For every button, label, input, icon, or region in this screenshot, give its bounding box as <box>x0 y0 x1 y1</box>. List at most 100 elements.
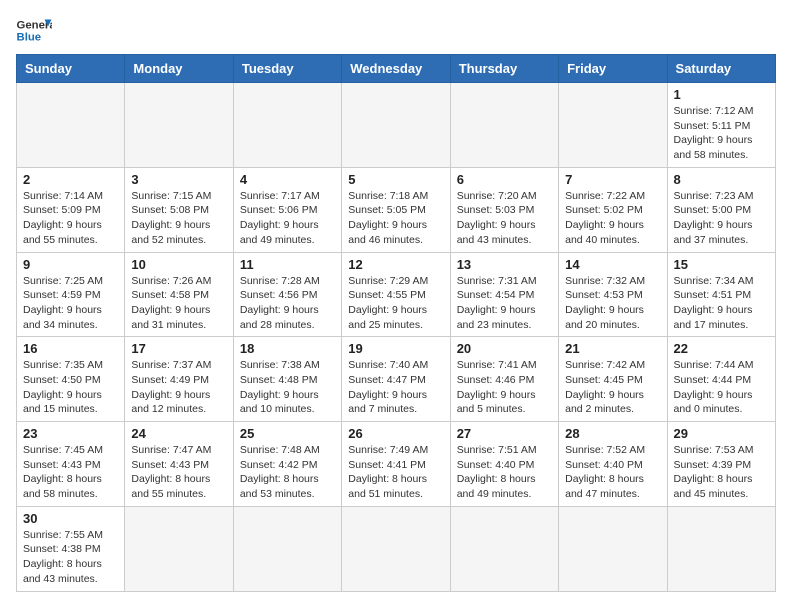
calendar-day-cell: 11 Sunrise: 7:28 AM Sunset: 4:56 PM Dayli… <box>233 252 341 337</box>
day-info: Sunrise: 7:41 AM Sunset: 4:46 PM Dayligh… <box>457 358 552 417</box>
day-info: Sunrise: 7:29 AM Sunset: 4:55 PM Dayligh… <box>348 274 443 333</box>
day-info: Sunrise: 7:44 AM Sunset: 4:44 PM Dayligh… <box>674 358 769 417</box>
day-info: Sunrise: 7:23 AM Sunset: 5:00 PM Dayligh… <box>674 189 769 248</box>
calendar-day-header: Friday <box>559 55 667 83</box>
day-number: 14 <box>565 257 660 272</box>
day-info: Sunrise: 7:28 AM Sunset: 4:56 PM Dayligh… <box>240 274 335 333</box>
calendar-day-cell <box>125 83 233 168</box>
day-info: Sunrise: 7:42 AM Sunset: 4:45 PM Dayligh… <box>565 358 660 417</box>
calendar-day-cell: 12 Sunrise: 7:29 AM Sunset: 4:55 PM Dayli… <box>342 252 450 337</box>
day-info: Sunrise: 7:49 AM Sunset: 4:41 PM Dayligh… <box>348 443 443 502</box>
day-number: 1 <box>674 87 769 102</box>
calendar-day-header: Sunday <box>17 55 125 83</box>
calendar-day-cell <box>667 506 775 591</box>
day-info: Sunrise: 7:31 AM Sunset: 4:54 PM Dayligh… <box>457 274 552 333</box>
day-info: Sunrise: 7:53 AM Sunset: 4:39 PM Dayligh… <box>674 443 769 502</box>
day-number: 24 <box>131 426 226 441</box>
day-info: Sunrise: 7:38 AM Sunset: 4:48 PM Dayligh… <box>240 358 335 417</box>
calendar-day-cell: 29 Sunrise: 7:53 AM Sunset: 4:39 PM Dayli… <box>667 422 775 507</box>
day-info: Sunrise: 7:15 AM Sunset: 5:08 PM Dayligh… <box>131 189 226 248</box>
calendar-day-header: Monday <box>125 55 233 83</box>
day-number: 30 <box>23 511 118 526</box>
day-info: Sunrise: 7:47 AM Sunset: 4:43 PM Dayligh… <box>131 443 226 502</box>
calendar-day-cell <box>342 506 450 591</box>
svg-text:Blue: Blue <box>17 32 42 44</box>
day-number: 17 <box>131 341 226 356</box>
day-number: 7 <box>565 172 660 187</box>
day-info: Sunrise: 7:37 AM Sunset: 4:49 PM Dayligh… <box>131 358 226 417</box>
day-number: 5 <box>348 172 443 187</box>
calendar-day-cell: 14 Sunrise: 7:32 AM Sunset: 4:53 PM Dayli… <box>559 252 667 337</box>
calendar-day-cell: 27 Sunrise: 7:51 AM Sunset: 4:40 PM Dayli… <box>450 422 558 507</box>
day-number: 10 <box>131 257 226 272</box>
day-info: Sunrise: 7:55 AM Sunset: 4:38 PM Dayligh… <box>23 528 118 587</box>
calendar-day-header: Tuesday <box>233 55 341 83</box>
calendar-day-cell <box>342 83 450 168</box>
calendar-day-cell: 26 Sunrise: 7:49 AM Sunset: 4:41 PM Dayli… <box>342 422 450 507</box>
day-number: 20 <box>457 341 552 356</box>
calendar-day-cell: 4 Sunrise: 7:17 AM Sunset: 5:06 PM Daylig… <box>233 167 341 252</box>
day-number: 28 <box>565 426 660 441</box>
calendar-day-cell: 3Sunrise: 7:15 AM Sunset: 5:08 PM Daylig… <box>125 167 233 252</box>
day-number: 12 <box>348 257 443 272</box>
calendar-day-cell <box>559 506 667 591</box>
day-info: Sunrise: 7:32 AM Sunset: 4:53 PM Dayligh… <box>565 274 660 333</box>
generalblue-logo-icon: General Blue <box>16 16 52 44</box>
calendar-day-cell: 30 Sunrise: 7:55 AM Sunset: 4:38 PM Dayli… <box>17 506 125 591</box>
day-info: Sunrise: 7:40 AM Sunset: 4:47 PM Dayligh… <box>348 358 443 417</box>
day-number: 27 <box>457 426 552 441</box>
day-info: Sunrise: 7:51 AM Sunset: 4:40 PM Dayligh… <box>457 443 552 502</box>
calendar-day-cell: 20 Sunrise: 7:41 AM Sunset: 4:46 PM Dayli… <box>450 337 558 422</box>
day-number: 6 <box>457 172 552 187</box>
calendar-day-cell: 22Sunrise: 7:44 AM Sunset: 4:44 PM Dayli… <box>667 337 775 422</box>
day-info: Sunrise: 7:17 AM Sunset: 5:06 PM Dayligh… <box>240 189 335 248</box>
page-header: General Blue <box>16 16 776 44</box>
day-info: Sunrise: 7:52 AM Sunset: 4:40 PM Dayligh… <box>565 443 660 502</box>
day-number: 29 <box>674 426 769 441</box>
day-info: Sunrise: 7:48 AM Sunset: 4:42 PM Dayligh… <box>240 443 335 502</box>
day-number: 8 <box>674 172 769 187</box>
day-info: Sunrise: 7:26 AM Sunset: 4:58 PM Dayligh… <box>131 274 226 333</box>
calendar-day-header: Wednesday <box>342 55 450 83</box>
day-number: 18 <box>240 341 335 356</box>
day-number: 11 <box>240 257 335 272</box>
calendar-day-cell: 28 Sunrise: 7:52 AM Sunset: 4:40 PM Dayli… <box>559 422 667 507</box>
calendar-day-cell <box>559 83 667 168</box>
calendar-day-cell <box>233 506 341 591</box>
calendar-day-cell: 18 Sunrise: 7:38 AM Sunset: 4:48 PM Dayli… <box>233 337 341 422</box>
calendar-day-cell <box>17 83 125 168</box>
calendar-day-cell: 13Sunrise: 7:31 AM Sunset: 4:54 PM Dayli… <box>450 252 558 337</box>
day-info: Sunrise: 7:45 AM Sunset: 4:43 PM Dayligh… <box>23 443 118 502</box>
day-info: Sunrise: 7:22 AM Sunset: 5:02 PM Dayligh… <box>565 189 660 248</box>
calendar-day-cell <box>450 506 558 591</box>
day-info: Sunrise: 7:18 AM Sunset: 5:05 PM Dayligh… <box>348 189 443 248</box>
day-number: 4 <box>240 172 335 187</box>
day-number: 21 <box>565 341 660 356</box>
calendar-day-cell: 24 Sunrise: 7:47 AM Sunset: 4:43 PM Dayli… <box>125 422 233 507</box>
calendar-day-cell: 5 Sunrise: 7:18 AM Sunset: 5:05 PM Daylig… <box>342 167 450 252</box>
calendar-day-cell: 19Sunrise: 7:40 AM Sunset: 4:47 PM Dayli… <box>342 337 450 422</box>
calendar-day-cell: 25Sunrise: 7:48 AM Sunset: 4:42 PM Dayli… <box>233 422 341 507</box>
calendar-week-row: 23 Sunrise: 7:45 AM Sunset: 4:43 PM Dayli… <box>17 422 776 507</box>
calendar-week-row: 9Sunrise: 7:25 AM Sunset: 4:59 PM Daylig… <box>17 252 776 337</box>
day-number: 26 <box>348 426 443 441</box>
calendar-week-row: 2 Sunrise: 7:14 AM Sunset: 5:09 PM Daylig… <box>17 167 776 252</box>
calendar-day-cell: 2 Sunrise: 7:14 AM Sunset: 5:09 PM Daylig… <box>17 167 125 252</box>
calendar-day-cell: 17 Sunrise: 7:37 AM Sunset: 4:49 PM Dayli… <box>125 337 233 422</box>
calendar-week-row: 30 Sunrise: 7:55 AM Sunset: 4:38 PM Dayli… <box>17 506 776 591</box>
day-info: Sunrise: 7:35 AM Sunset: 4:50 PM Dayligh… <box>23 358 118 417</box>
calendar-week-row: 16Sunrise: 7:35 AM Sunset: 4:50 PM Dayli… <box>17 337 776 422</box>
calendar-day-cell: 21 Sunrise: 7:42 AM Sunset: 4:45 PM Dayli… <box>559 337 667 422</box>
calendar-day-cell: 23 Sunrise: 7:45 AM Sunset: 4:43 PM Dayli… <box>17 422 125 507</box>
calendar-day-cell <box>125 506 233 591</box>
day-info: Sunrise: 7:12 AM Sunset: 5:11 PM Dayligh… <box>674 104 769 163</box>
day-number: 2 <box>23 172 118 187</box>
calendar-day-cell: 15Sunrise: 7:34 AM Sunset: 4:51 PM Dayli… <box>667 252 775 337</box>
day-number: 23 <box>23 426 118 441</box>
calendar-day-header: Saturday <box>667 55 775 83</box>
calendar-day-header: Thursday <box>450 55 558 83</box>
calendar-day-cell: 1 Sunrise: 7:12 AM Sunset: 5:11 PM Daylig… <box>667 83 775 168</box>
calendar-day-cell: 16Sunrise: 7:35 AM Sunset: 4:50 PM Dayli… <box>17 337 125 422</box>
day-info: Sunrise: 7:14 AM Sunset: 5:09 PM Dayligh… <box>23 189 118 248</box>
logo: General Blue <box>16 16 52 44</box>
